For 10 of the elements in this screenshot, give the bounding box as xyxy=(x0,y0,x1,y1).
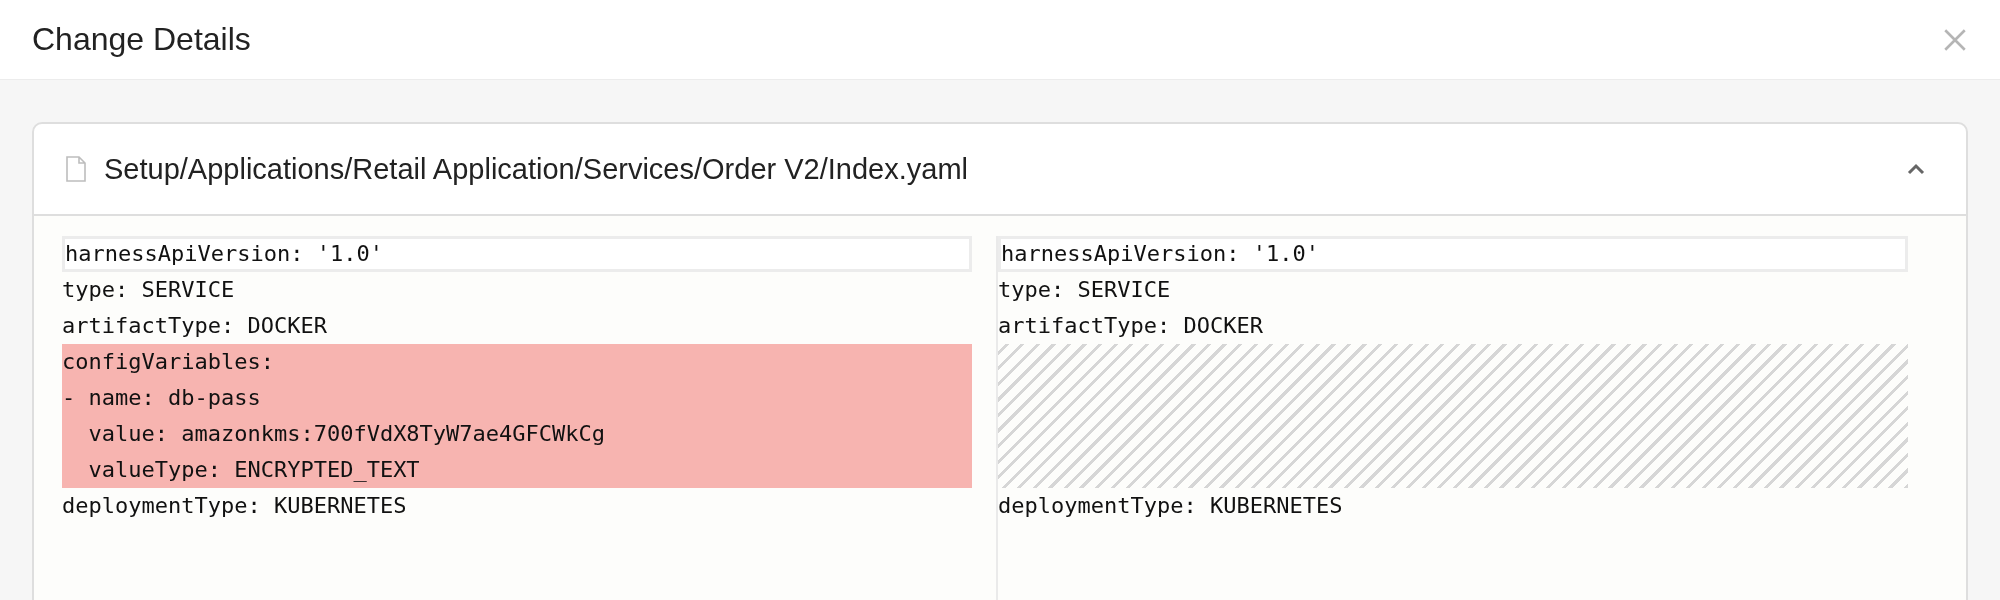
file-path: Setup/Applications/Retail Application/Services/Order V2/Index.yaml xyxy=(104,152,969,186)
code-line: type: SERVICE xyxy=(62,276,236,304)
code-line: deploymentType: KUBERNETES xyxy=(62,492,408,520)
code-line: deploymentType: KUBERNETES xyxy=(998,492,1344,520)
code-line: artifactType: DOCKER xyxy=(62,312,328,340)
dialog-title: Change Details xyxy=(32,21,251,58)
code-line: type: SERVICE xyxy=(998,276,1172,304)
code-line: artifactType: DOCKER xyxy=(998,312,1264,340)
chevron-icon[interactable] xyxy=(1906,162,1926,176)
document-icon xyxy=(66,156,86,182)
